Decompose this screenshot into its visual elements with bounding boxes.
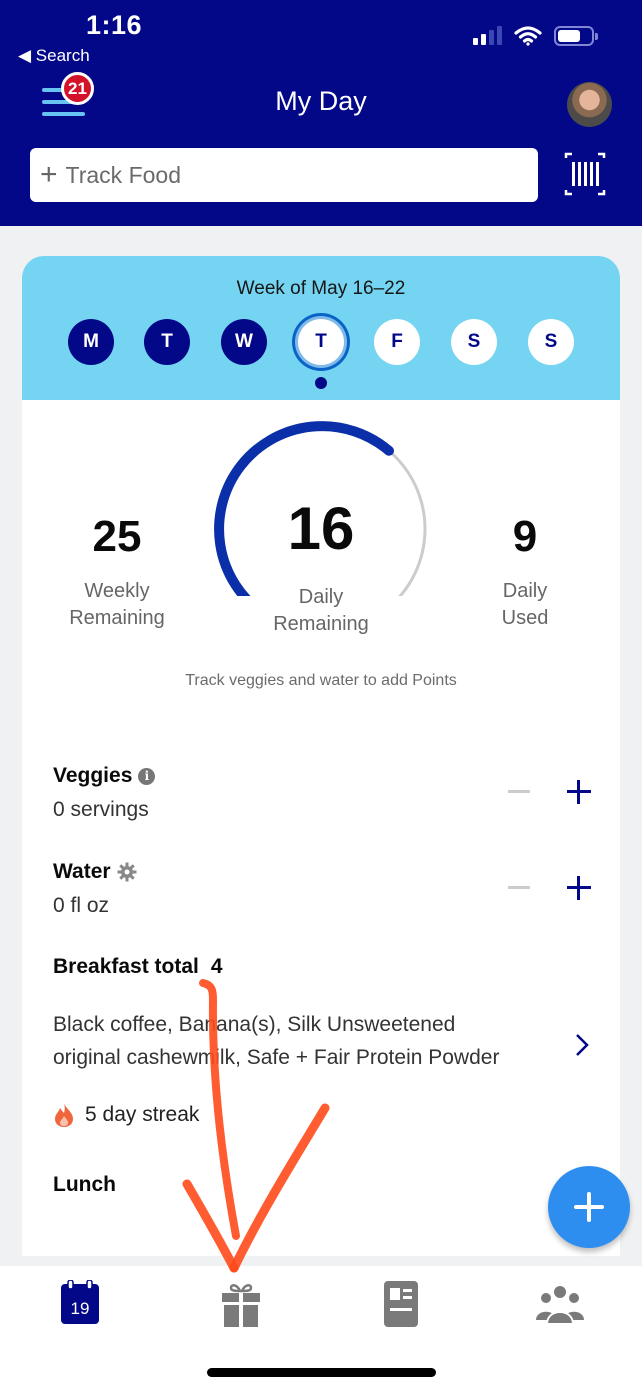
back-to-search-link[interactable]: ◀ Search [18,46,90,66]
status-icons [473,26,598,46]
app-header: 1:16 ◀ Search 21 My Day + Track Food [0,0,642,226]
day-button-saturday[interactable]: S [451,319,497,365]
daily-used-value: 9 [512,512,538,561]
daily-remaining-label: Daily Remaining [246,584,396,638]
breakfast-title: Breakfast total 4 [53,955,223,979]
water-label: Water [53,860,111,883]
veggies-title: Veggies i [53,764,156,788]
wifi-icon [514,26,542,46]
barcode-scanner-icon[interactable] [562,152,608,196]
week-selector: Week of May 16–22 M T W T F S S [22,256,620,400]
water-title: Water [53,860,137,884]
day-button-thursday[interactable]: T [298,319,344,365]
lunch-title[interactable]: Lunch [53,1173,116,1197]
day-button-sunday[interactable]: S [528,319,574,365]
daily-remaining-value: 16 [287,495,355,562]
today-indicator [315,377,327,389]
status-time: 1:16 [86,10,143,40]
info-icon[interactable]: i [138,767,156,785]
week-title: Week of May 16–22 [236,278,406,299]
breakfast-points: 4 [210,955,223,978]
daily-used-label: Daily Used [450,578,600,632]
gear-icon[interactable] [117,862,137,882]
nav-tab-community[interactable] [530,1280,590,1328]
plus-icon: + [40,158,58,191]
gift-icon [222,1284,260,1327]
breakfast-items-line-1: Black coffee, Banana(s), Silk Unsweetene… [53,1013,456,1036]
battery-icon [554,26,598,46]
cellular-signal-icon [473,26,502,45]
daily-remaining-label-line-1: Daily [298,586,344,608]
daily-remaining-label-line-2: Remaining [273,613,369,635]
weekly-label-line-1: Weekly [84,580,150,602]
day-button-tuesday[interactable]: T [144,319,190,365]
track-food-input[interactable]: + Track Food [30,148,538,202]
water-increment-button[interactable] [565,874,593,902]
nav-tab-articles[interactable] [371,1280,431,1328]
svg-text:19: 19 [71,1299,90,1318]
breakfast-label: Breakfast total [53,955,199,978]
veggies-value: 0 servings [53,798,149,821]
weekly-remaining-label: Weekly Remaining [42,578,192,632]
day-button-friday[interactable]: F [374,319,420,365]
daily-used-label-line-2: Used [501,607,549,629]
calendar-icon: 19 [61,1279,99,1324]
water-value: 0 fl oz [53,894,110,917]
breakfast-items-line-2: original cashewmilk, Safe + Fair Protein… [53,1046,500,1069]
points-hint: Track veggies and water to add Points [185,672,457,689]
weekly-remaining-value: 25 [92,512,142,561]
nav-tab-rewards[interactable] [211,1280,271,1328]
add-food-fab-button[interactable] [548,1166,630,1248]
my-day-card: Week of May 16–22 M T W T F S S 25 Weekl… [22,256,620,1256]
chevron-right-icon[interactable] [574,1032,590,1058]
veggies-decrement-button[interactable] [508,790,530,793]
article-icon [384,1281,418,1327]
home-indicator[interactable] [207,1368,436,1377]
water-decrement-button[interactable] [508,886,530,889]
page-title: My Day [275,86,367,116]
day-button-wednesday[interactable]: W [221,319,267,365]
veggies-increment-button[interactable] [565,778,593,806]
streak-text: 5 day streak [85,1103,200,1126]
people-icon [536,1284,584,1325]
day-button-monday[interactable]: M [68,319,114,365]
track-food-placeholder: Track Food [65,161,181,188]
nav-tab-my-day[interactable]: 19 [52,1279,112,1328]
breakfast-items[interactable]: Black coffee, Banana(s), Silk Unsweetene… [53,1008,573,1074]
streak-indicator: 5 day streak [53,1102,199,1128]
user-avatar[interactable] [567,82,612,127]
veggies-label: Veggies [53,764,133,787]
flame-icon [55,1103,73,1127]
weekly-label-line-2: Remaining [69,607,165,629]
daily-used-label-line-1: Daily [502,580,548,602]
